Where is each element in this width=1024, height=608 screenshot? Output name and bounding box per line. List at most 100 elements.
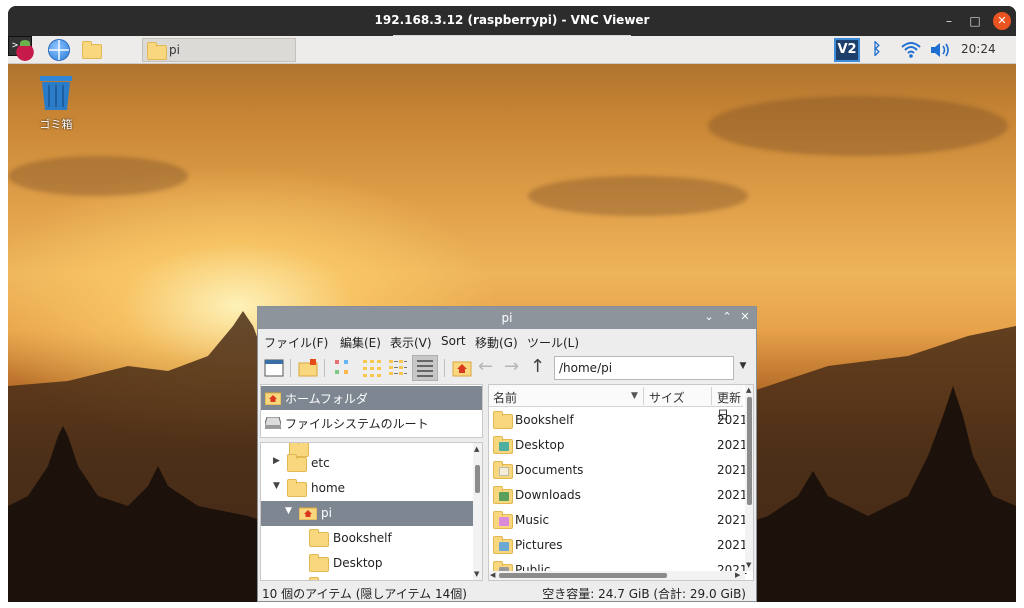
minimize-button[interactable]: ⌄ (702, 310, 716, 324)
file-name: Bookshelf (515, 413, 574, 427)
expand-arrow-icon[interactable]: ▶ (273, 456, 280, 466)
menu-edit[interactable]: 編集(E) (340, 334, 381, 351)
place-home-folder[interactable]: ホームフォルダ (261, 386, 482, 410)
tree-row-home[interactable]: ▼ home (261, 476, 473, 501)
detailed-list-view-icon[interactable] (412, 355, 438, 381)
tree-label: pi (321, 506, 332, 520)
thumbnail-view-icon[interactable] (362, 358, 382, 378)
downloads-folder-icon (493, 486, 513, 504)
menu-tools[interactable]: ツール(L) (527, 334, 579, 351)
places-pane: ホームフォルダ ファイルシステムのルート (260, 384, 483, 438)
collapse-arrow-icon[interactable]: ▼ (273, 481, 280, 491)
folder-icon (147, 42, 167, 60)
file-manager-titlebar[interactable]: pi ⌄ ⌃ ✕ (258, 307, 756, 329)
item-count: 10 個のアイテム (隠しアイテム 14個) (262, 587, 467, 601)
desktop-folder-icon (493, 436, 513, 454)
raspberry-pi-menu-icon[interactable] (14, 39, 36, 61)
chevron-down-icon[interactable]: ▼ (736, 361, 750, 375)
tree-row-desktop[interactable]: Desktop (261, 551, 473, 576)
maximize-button[interactable]: □ (966, 12, 984, 30)
folder-icon (287, 479, 307, 497)
tree-scrollbar[interactable]: ▲ ▼ (473, 443, 482, 580)
file-row-music[interactable]: Music 2021 (489, 508, 748, 533)
maximize-button[interactable]: ⌃ (720, 310, 734, 324)
file-row-bookshelf[interactable]: Bookshelf 2021 (489, 408, 748, 433)
sort-arrow-icon[interactable]: ▼ (631, 391, 638, 401)
place-filesystem-root[interactable]: ファイルシステムのルート (261, 411, 482, 435)
menu-sort[interactable]: Sort (441, 334, 466, 348)
tree-row[interactable] (261, 576, 473, 580)
file-name: Pictures (515, 538, 563, 552)
status-bar: 10 個のアイテム (隠しアイテム 14個) 空き容量: 24.7 GiB (合… (258, 583, 756, 601)
menu-go[interactable]: 移動(G) (475, 334, 518, 351)
tree-row-bookshelf[interactable]: Bookshelf (261, 526, 473, 551)
list-vertical-scrollbar[interactable]: ▲ ▼ (745, 385, 753, 571)
file-list: 名前 ▼ サイズ 更新日 Bookshelf 2021 Desktop 2021 (488, 384, 754, 581)
scrollbar-thumb[interactable] (499, 573, 667, 578)
compact-view-icon[interactable] (388, 358, 408, 378)
list-header: 名前 ▼ サイズ 更新日 (489, 385, 743, 422)
tree-row-pi[interactable]: ▼ pi (261, 501, 473, 526)
desktop-folder-icon (309, 554, 329, 572)
scrollbar-thumb[interactable] (475, 465, 480, 493)
file-manager-icon[interactable] (78, 39, 104, 61)
file-date: 2021 (717, 513, 748, 527)
drive-icon (265, 417, 281, 429)
folder-icon (309, 577, 319, 580)
trash-label[interactable]: ゴミ箱 (32, 116, 80, 132)
home-folder-icon (299, 507, 317, 520)
file-row-downloads[interactable]: Downloads 2021 (489, 483, 748, 508)
remote-desktop[interactable]: >_ pi V2 ᛒ 20:24 (8, 36, 1016, 602)
taskbar-window-pi[interactable]: pi (142, 38, 296, 62)
file-name: Music (515, 513, 550, 527)
collapse-arrow-icon[interactable]: ▼ (285, 506, 292, 516)
up-arrow-icon[interactable]: ↑ (530, 358, 550, 378)
file-date: 2021 (717, 463, 748, 477)
taskbar-window-label: pi (169, 43, 180, 57)
wifi-icon[interactable] (900, 41, 922, 59)
column-header-name[interactable]: 名前 (493, 389, 517, 406)
new-window-icon[interactable] (264, 358, 284, 378)
new-folder-icon[interactable] (298, 358, 318, 378)
place-label: ファイルシステムのルート (285, 417, 429, 431)
minimize-button[interactable]: – (940, 12, 958, 30)
path-input[interactable] (554, 356, 734, 380)
trash-icon[interactable] (38, 74, 74, 112)
close-button[interactable]: ✕ (993, 12, 1011, 30)
file-date: 2021 (717, 488, 748, 502)
tree-label: etc (311, 456, 330, 470)
web-browser-icon[interactable] (48, 39, 70, 61)
file-name: Desktop (515, 438, 565, 452)
tree-row-etc[interactable]: ▶ etc (261, 451, 473, 476)
file-manager-window: pi ⌄ ⌃ ✕ ファイル(F) 編集(E) 表示(V) Sort 移動(G) … (257, 306, 757, 602)
folder-icon (493, 411, 513, 429)
menu-view[interactable]: 表示(V) (390, 334, 432, 351)
taskbar: >_ pi V2 ᛒ 20:24 (8, 36, 1016, 64)
tree-label: Bookshelf (333, 531, 392, 545)
vnc-titlebar[interactable]: 192.168.3.12 (raspberrypi) - VNC Viewer … (8, 6, 1016, 36)
vnc-server-icon[interactable]: V2 (834, 38, 860, 62)
folder-icon (287, 454, 307, 472)
list-horizontal-scrollbar[interactable]: ◀ ▶ (489, 571, 745, 580)
icon-view-icon[interactable] (332, 358, 352, 378)
file-row-pictures[interactable]: Pictures 2021 (489, 533, 748, 558)
scrollbar-thumb[interactable] (747, 397, 752, 505)
free-space: 空き容量: 24.7 GiB (合計: 29.0 GiB) (542, 587, 746, 601)
back-arrow-icon[interactable]: ← (478, 358, 498, 378)
column-header-size[interactable]: サイズ (649, 389, 685, 406)
pictures-folder-icon (493, 536, 513, 554)
file-row-documents[interactable]: Documents 2021 (489, 458, 748, 483)
documents-folder-icon (493, 461, 513, 479)
home-icon[interactable] (452, 358, 472, 378)
tree-label: Desktop (333, 556, 383, 570)
toolbar: ← → ↑ ▼ (258, 353, 756, 383)
bluetooth-icon[interactable]: ᛒ (872, 39, 882, 58)
directory-tree: ▶ etc ▼ home ▼ pi Bookshelf Desktop ▲ ▼ (260, 442, 483, 581)
clock[interactable]: 20:24 (961, 42, 996, 56)
file-row-desktop[interactable]: Desktop 2021 (489, 433, 748, 458)
forward-arrow-icon[interactable]: → (504, 358, 524, 378)
close-button[interactable]: ✕ (738, 310, 752, 324)
menu-file[interactable]: ファイル(F) (264, 334, 328, 351)
file-date: 2021 (717, 538, 748, 552)
volume-icon[interactable] (930, 42, 952, 58)
